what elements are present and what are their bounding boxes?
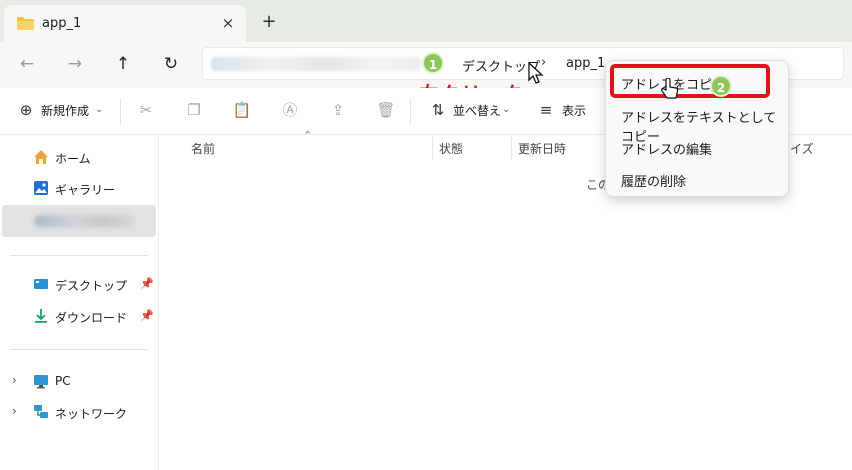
menu-item-delete-history[interactable]: 履歴の削除 (621, 171, 686, 190)
blurred-label (34, 215, 134, 227)
new-button[interactable]: 新規作成 (41, 102, 89, 119)
chevron-down-icon[interactable]: ⌄ (95, 104, 103, 115)
network-icon (34, 405, 48, 418)
column-size[interactable]: イズ (790, 140, 814, 157)
navigation-pane: ホーム ギャラリー デスクトップ 📌 ダウンロード 📌 › PC › ネットワー… (0, 135, 159, 470)
forward-icon[interactable]: → (62, 52, 88, 76)
breadcrumb-app-1[interactable]: app_1 (566, 56, 605, 71)
chevron-right-icon[interactable]: › (12, 404, 17, 418)
divider (10, 255, 148, 256)
view-icon: ≡ (539, 101, 553, 119)
chevron-down-icon[interactable]: ⌄ (502, 104, 510, 115)
divider (10, 349, 148, 350)
sort-button[interactable]: 並べ替え (453, 102, 501, 119)
sidebar-item-label: デスクトップ (55, 279, 128, 293)
pin-icon[interactable]: 📌 (140, 277, 154, 290)
copy-icon[interactable]: ❐ (184, 100, 204, 120)
home-icon (34, 150, 48, 164)
delete-icon[interactable]: 🗑 (376, 100, 396, 120)
divider (120, 98, 121, 124)
sidebar-item-home[interactable]: ホーム (0, 143, 156, 171)
share-icon[interactable]: ⇪ (328, 100, 348, 120)
step-badge-1: 1 (422, 52, 444, 74)
sidebar-item-network[interactable]: › ネットワーク (0, 398, 156, 426)
pc-icon (34, 375, 48, 389)
sidebar-item-label: PC (55, 374, 71, 388)
tab-strip: app_1 × + (0, 0, 852, 42)
download-icon (35, 309, 47, 323)
sidebar-item-label: ダウンロード (55, 311, 128, 325)
rename-icon[interactable]: Ⓐ (280, 100, 300, 120)
refresh-icon[interactable]: ↻ (158, 52, 184, 76)
desktop-icon (34, 279, 48, 289)
sidebar-item-pc[interactable]: › PC (0, 367, 156, 395)
divider (410, 98, 411, 124)
step-badge-2: 2 (710, 75, 732, 97)
sidebar-item-label: ギャラリー (55, 183, 116, 197)
column-divider[interactable] (511, 137, 512, 159)
highlight-box (610, 64, 770, 98)
up-icon[interactable]: ↑ (110, 52, 136, 76)
paste-icon[interactable]: 📋 (232, 100, 252, 120)
sort-up-icon: ⌃ (303, 129, 313, 142)
sort-icon: ⇅ (431, 101, 445, 119)
new-icon: ⊕ (19, 101, 33, 119)
back-icon[interactable]: ← (14, 52, 40, 76)
sidebar-item-downloads[interactable]: ダウンロード 📌 (0, 302, 156, 330)
sidebar-item-label: ホーム (55, 152, 91, 166)
sidebar-item-label: ネットワーク (55, 407, 128, 421)
mouse-pointer-icon (528, 62, 544, 84)
tab-app-1[interactable]: app_1 × (4, 5, 246, 42)
view-button[interactable]: 表示 (562, 102, 586, 119)
tab-title: app_1 (42, 16, 82, 31)
column-divider[interactable] (432, 137, 433, 159)
column-date-modified[interactable]: 更新日時 (518, 140, 566, 157)
sidebar-item-desktop[interactable]: デスクトップ 📌 (0, 270, 156, 298)
sidebar-item-selected[interactable] (2, 205, 156, 237)
menu-item-edit-address[interactable]: アドレスの編集 (621, 139, 712, 158)
hand-pointer-icon (661, 78, 679, 99)
pin-icon[interactable]: 📌 (140, 309, 154, 322)
column-name[interactable]: 名前 (191, 140, 215, 157)
close-icon[interactable]: × (218, 13, 238, 33)
chevron-right-icon[interactable]: › (12, 373, 17, 387)
column-status[interactable]: 状態 (439, 140, 463, 157)
sidebar-item-gallery[interactable]: ギャラリー (0, 174, 156, 202)
cut-icon[interactable]: ✂ (136, 100, 156, 120)
new-tab-button[interactable]: + (258, 12, 280, 34)
gallery-icon (34, 181, 48, 195)
folder-icon (17, 17, 34, 30)
blurred-path (211, 57, 421, 71)
